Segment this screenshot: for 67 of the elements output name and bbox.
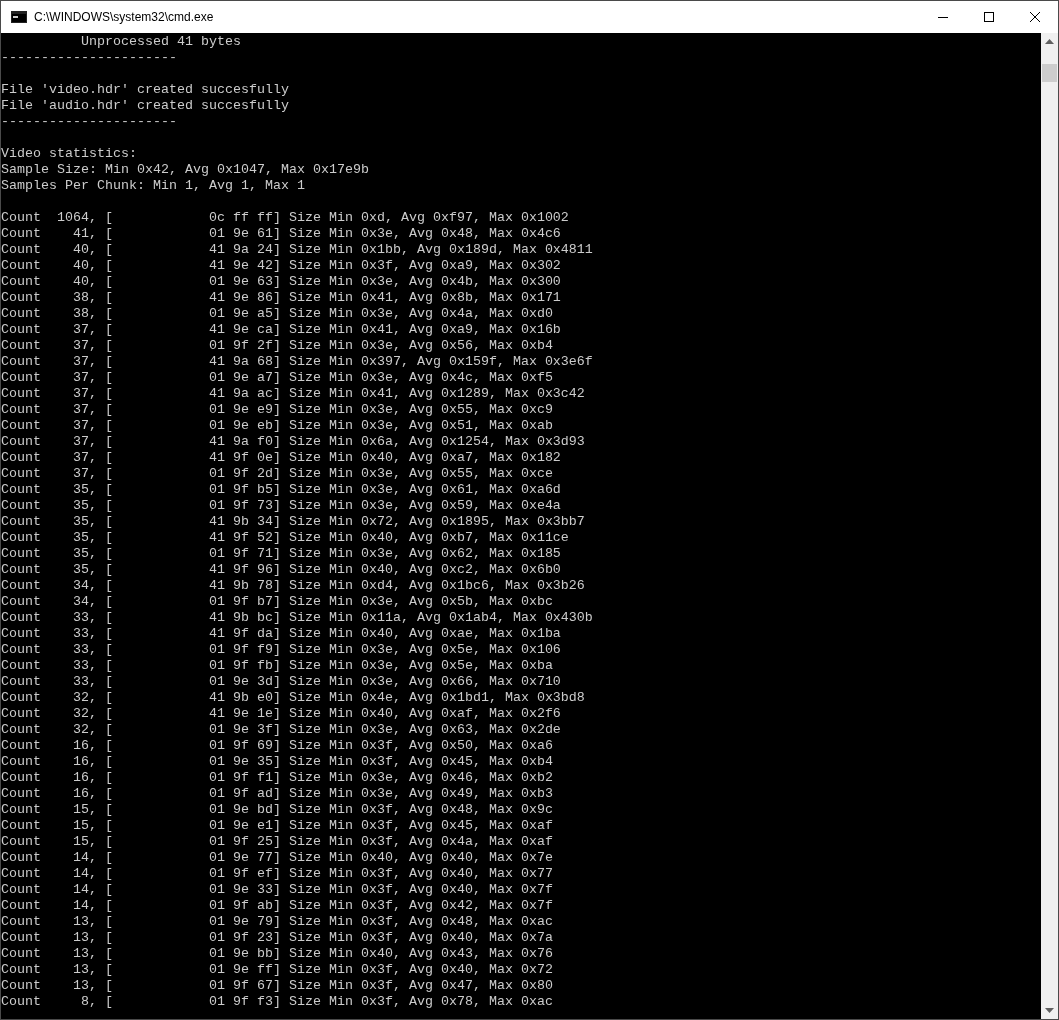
console-line: Count 37, [ 01 9f 2d] Size Min 0x3e, Avg 0x55, Max 0xce (1, 466, 553, 482)
console-line: Count 35, [ 01 9f 71] Size Min 0x3e, Avg 0x62, Max 0x185 (1, 546, 561, 562)
console-line: ---------------------- (1, 50, 177, 66)
console-line: Count 37, [ 01 9e e9] Size Min 0x3e, Avg 0x55, Max 0xc9 (1, 402, 553, 418)
console-line: Count 8, [ 01 9f f3] Size Min 0x3f, Avg 0x78, Max 0xac (1, 994, 553, 1010)
console-line: Count 37, [ 01 9f 2f] Size Min 0x3e, Avg 0x56, Max 0xb4 (1, 338, 553, 354)
console-line: Count 13, [ 01 9e bb] Size Min 0x40, Avg 0x43, Max 0x76 (1, 946, 553, 962)
console-line: Count 13, [ 01 9f 67] Size Min 0x3f, Avg 0x47, Max 0x80 (1, 978, 553, 994)
console-line: Count 35, [ 01 9f b5] Size Min 0x3e, Avg 0x61, Max 0xa6d (1, 482, 561, 498)
console-line: Count 33, [ 01 9e 3d] Size Min 0x3e, Avg 0x66, Max 0x710 (1, 674, 561, 690)
console-line: Video statistics: (1, 146, 137, 162)
console-line: Count 16, [ 01 9f 69] Size Min 0x3f, Avg 0x50, Max 0xa6 (1, 738, 553, 754)
console-line: Count 15, [ 01 9f 25] Size Min 0x3f, Avg 0x4a, Max 0xaf (1, 834, 553, 850)
console-line: Count 35, [ 41 9f 96] Size Min 0x40, Avg 0xc2, Max 0x6b0 (1, 562, 561, 578)
console-line: Count 13, [ 01 9e ff] Size Min 0x3f, Avg 0x40, Max 0x72 (1, 962, 553, 978)
console-line: Count 13, [ 01 9f 23] Size Min 0x3f, Avg 0x40, Max 0x7a (1, 930, 553, 946)
console-line: Count 15, [ 01 9e e1] Size Min 0x3f, Avg 0x45, Max 0xaf (1, 818, 553, 834)
console-line: File 'audio.hdr' created succesfully (1, 98, 289, 114)
console-line: ---------------------- (1, 114, 177, 130)
console-line: Count 15, [ 01 9e bd] Size Min 0x3f, Avg 0x48, Max 0x9c (1, 802, 553, 818)
console-line: Count 14, [ 01 9f ab] Size Min 0x3f, Avg 0x42, Max 0x7f (1, 898, 553, 914)
close-icon (1030, 12, 1040, 22)
console-app-icon (11, 11, 27, 23)
console-line: Count 37, [ 41 9a 68] Size Min 0x397, Avg 0x159f, Max 0x3e6f (1, 354, 593, 370)
console-line: Count 34, [ 01 9f b7] Size Min 0x3e, Avg 0x5b, Max 0xbc (1, 594, 553, 610)
console-line: Count 14, [ 01 9e 33] Size Min 0x3f, Avg 0x40, Max 0x7f (1, 882, 553, 898)
console-line: Count 1064, [ 0c ff ff] Size Min 0xd, Avg 0xf97, Max 0x1002 (1, 210, 569, 226)
console-line: Count 40, [ 01 9e 63] Size Min 0x3e, Avg 0x4b, Max 0x300 (1, 274, 561, 290)
minimize-icon (938, 16, 948, 18)
console-line: Count 35, [ 01 9f 73] Size Min 0x3e, Avg 0x59, Max 0xe4a (1, 498, 561, 514)
console-line: File 'video.hdr' created succesfully (1, 82, 289, 98)
console-line: Samples Per Chunk: Min 1, Avg 1, Max 1 (1, 178, 305, 194)
scrollbar[interactable] (1041, 33, 1058, 1019)
console-line: Count 40, [ 41 9a 24] Size Min 0x1bb, Avg 0x189d, Max 0x4811 (1, 242, 593, 258)
console-line: Count 37, [ 01 9e a7] Size Min 0x3e, Avg 0x4c, Max 0xf5 (1, 370, 553, 386)
console-line: Count 37, [ 41 9a f0] Size Min 0x6a, Avg 0x1254, Max 0x3d93 (1, 434, 585, 450)
console-line: Count 14, [ 01 9e 77] Size Min 0x40, Avg 0x40, Max 0x7e (1, 850, 553, 866)
console-line: Count 38, [ 41 9e 86] Size Min 0x41, Avg 0x8b, Max 0x171 (1, 290, 561, 306)
console-line: Count 32, [ 41 9e 1e] Size Min 0x40, Avg 0xaf, Max 0x2f6 (1, 706, 561, 722)
console-line: Count 16, [ 01 9f f1] Size Min 0x3e, Avg 0x46, Max 0xb2 (1, 770, 553, 786)
console-line: Count 38, [ 01 9e a5] Size Min 0x3e, Avg 0x4a, Max 0xd0 (1, 306, 553, 322)
console-line: Count 37, [ 41 9e ca] Size Min 0x41, Avg 0xa9, Max 0x16b (1, 322, 561, 338)
console-line: Count 35, [ 41 9f 52] Size Min 0x40, Avg 0xb7, Max 0x11ce (1, 530, 569, 546)
console-line: Count 33, [ 01 9f fb] Size Min 0x3e, Avg 0x5e, Max 0xba (1, 658, 553, 674)
console-line: Count 33, [ 01 9f f9] Size Min 0x3e, Avg 0x5e, Max 0x106 (1, 642, 561, 658)
console-line: Count 37, [ 41 9f 0e] Size Min 0x40, Avg 0xa7, Max 0x182 (1, 450, 561, 466)
console-line: Unprocessed 41 bytes (79, 34, 241, 50)
scroll-up-arrow-icon[interactable] (1045, 39, 1054, 44)
console-line: Count 16, [ 01 9f ad] Size Min 0x3e, Avg 0x49, Max 0xb3 (1, 786, 553, 802)
console-line: Count 37, [ 41 9a ac] Size Min 0x41, Avg 0x1289, Max 0x3c42 (1, 386, 585, 402)
console-line: Count 33, [ 41 9f da] Size Min 0x40, Avg 0xae, Max 0x1ba (1, 626, 561, 642)
console-line: Count 35, [ 41 9b 34] Size Min 0x72, Avg 0x1895, Max 0x3bb7 (1, 514, 585, 530)
console-line: Count 16, [ 01 9e 35] Size Min 0x3f, Avg 0x45, Max 0xb4 (1, 754, 553, 770)
console-line: Count 37, [ 01 9e eb] Size Min 0x3e, Avg 0x51, Max 0xab (1, 418, 553, 434)
window-title: C:\WINDOWS\system32\cmd.exe (34, 9, 214, 26)
console-line: Count 13, [ 01 9e 79] Size Min 0x3f, Avg 0x48, Max 0xac (1, 914, 553, 930)
scrollbar-thumb[interactable] (1042, 64, 1057, 82)
scroll-down-arrow-icon[interactable] (1045, 1008, 1054, 1013)
console-line: Count 32, [ 01 9e 3f] Size Min 0x3e, Avg 0x63, Max 0x2de (1, 722, 561, 738)
console-line: Count 40, [ 41 9e 42] Size Min 0x3f, Avg 0xa9, Max 0x302 (1, 258, 561, 274)
console-line: Count 41, [ 01 9e 61] Size Min 0x3e, Avg 0x48, Max 0x4c6 (1, 226, 561, 242)
console-line: Sample Size: Min 0x42, Avg 0x1047, Max 0x17e9b (1, 162, 369, 178)
console-line: Count 33, [ 41 9b bc] Size Min 0x11a, Avg 0x1ab4, Max 0x430b (1, 610, 593, 626)
console-line: Count 34, [ 41 9b 78] Size Min 0xd4, Avg 0x1bc6, Max 0x3b26 (1, 578, 585, 594)
console-line: Count 32, [ 41 9b e0] Size Min 0x4e, Avg 0x1bd1, Max 0x3bd8 (1, 690, 585, 706)
maximize-icon (984, 12, 994, 22)
console-line: Count 14, [ 01 9f ef] Size Min 0x3f, Avg 0x40, Max 0x77 (1, 866, 553, 882)
